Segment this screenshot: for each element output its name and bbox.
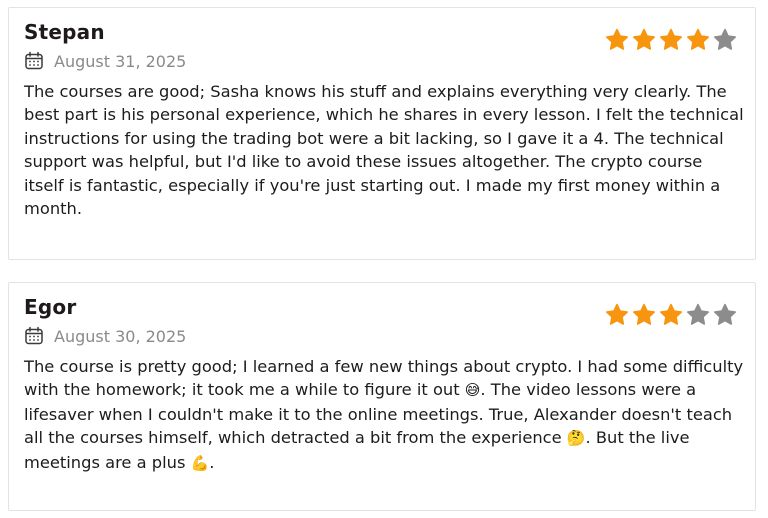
star-filled-icon (660, 303, 682, 325)
review-date: August 31, 2025 (54, 51, 187, 71)
star-rating (605, 303, 737, 326)
review-date: August 30, 2025 (54, 326, 187, 346)
calendar-icon (24, 326, 44, 346)
review-date-row: August 30, 2025 (24, 326, 186, 346)
review-date-row: August 31, 2025 (24, 51, 186, 71)
star-empty-icon (687, 303, 709, 325)
review-text: The course is pretty good; I learned a f… (24, 355, 744, 475)
review-text: The courses are good; Sasha knows his st… (24, 82, 744, 219)
reviewer-name: Egor (24, 295, 77, 319)
star-filled-icon (687, 28, 709, 50)
star-filled-icon (606, 303, 628, 325)
star-filled-icon (660, 28, 682, 50)
star-empty-icon (714, 28, 736, 50)
reviewer-name: Stepan (24, 20, 105, 44)
star-filled-icon (606, 28, 628, 50)
review-card: Egor August 30, 2025 The course is prett… (8, 282, 756, 511)
flexed-biceps-emoji: 💪 (190, 453, 210, 472)
review-card: Stepan August 31, 2025 The courses are g… (8, 7, 756, 260)
review-text-segment: . (209, 452, 215, 472)
star-empty-icon (714, 303, 736, 325)
sweat-smile-emoji: 😅 (464, 381, 481, 400)
calendar-icon (24, 51, 44, 71)
star-filled-icon (633, 28, 655, 50)
star-rating (605, 28, 737, 51)
thinking-face-emoji: 🤔 (566, 429, 586, 448)
star-filled-icon (633, 303, 655, 325)
